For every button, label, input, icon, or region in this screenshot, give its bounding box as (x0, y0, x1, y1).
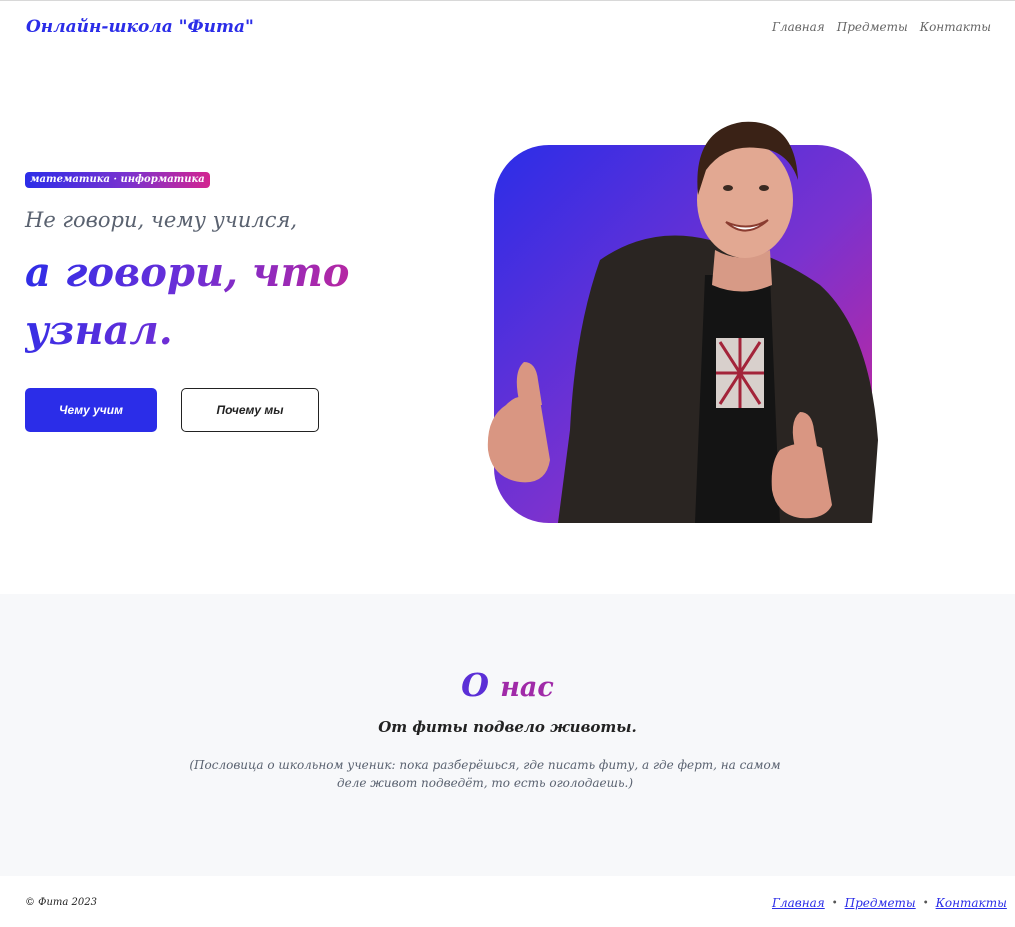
right-eye (759, 185, 769, 191)
about-title-part2: нас (500, 672, 554, 703)
about-title: О нас (0, 666, 1015, 704)
footer-link-contacts[interactable]: Контакты (936, 896, 1007, 910)
nav-link-home[interactable]: Главная (772, 20, 825, 34)
why-us-button[interactable]: Почему мы (181, 388, 319, 432)
hero-portrait-svg (487, 121, 878, 523)
about-proverb: От фиты подвело животы. (378, 718, 637, 736)
about-section: О нас От фиты подвело животы. (Пословица… (0, 594, 1015, 876)
subjects-badge: математика · информатика (25, 172, 210, 188)
footer-link-subjects[interactable]: Предметы (845, 896, 916, 910)
site-footer: © Фита 2023 Главная • Предметы • Контакт… (0, 876, 1015, 927)
nav-link-contacts[interactable]: Контакты (920, 20, 991, 34)
main-nav: Главная Предметы Контакты (772, 20, 991, 34)
about-title-part1: О (461, 666, 490, 704)
footer-separator: • (922, 897, 929, 909)
footer-link-home[interactable]: Главная (772, 896, 825, 910)
hero-subheadline: Не говори, чему учился, (25, 208, 298, 232)
nav-link-subjects[interactable]: Предметы (837, 20, 908, 34)
footer-nav: Главная • Предметы • Контакты (772, 896, 1007, 910)
site-header: Онлайн-школа "Фита" Главная Предметы Кон… (0, 0, 1015, 56)
what-we-teach-button[interactable]: Чему учим (25, 388, 157, 432)
footer-separator: • (831, 897, 838, 909)
hero-portrait-image (480, 100, 900, 530)
copyright-text: © Фита 2023 (25, 897, 97, 908)
hero-headline: а говори, что узнал. (25, 244, 355, 360)
shirt-print (716, 338, 764, 408)
left-eye (723, 185, 733, 191)
brand-logo-link[interactable]: Онлайн-школа "Фита" (26, 17, 254, 37)
about-proverb-explanation: (Пословица о школьном ученик: пока разбе… (189, 758, 781, 790)
